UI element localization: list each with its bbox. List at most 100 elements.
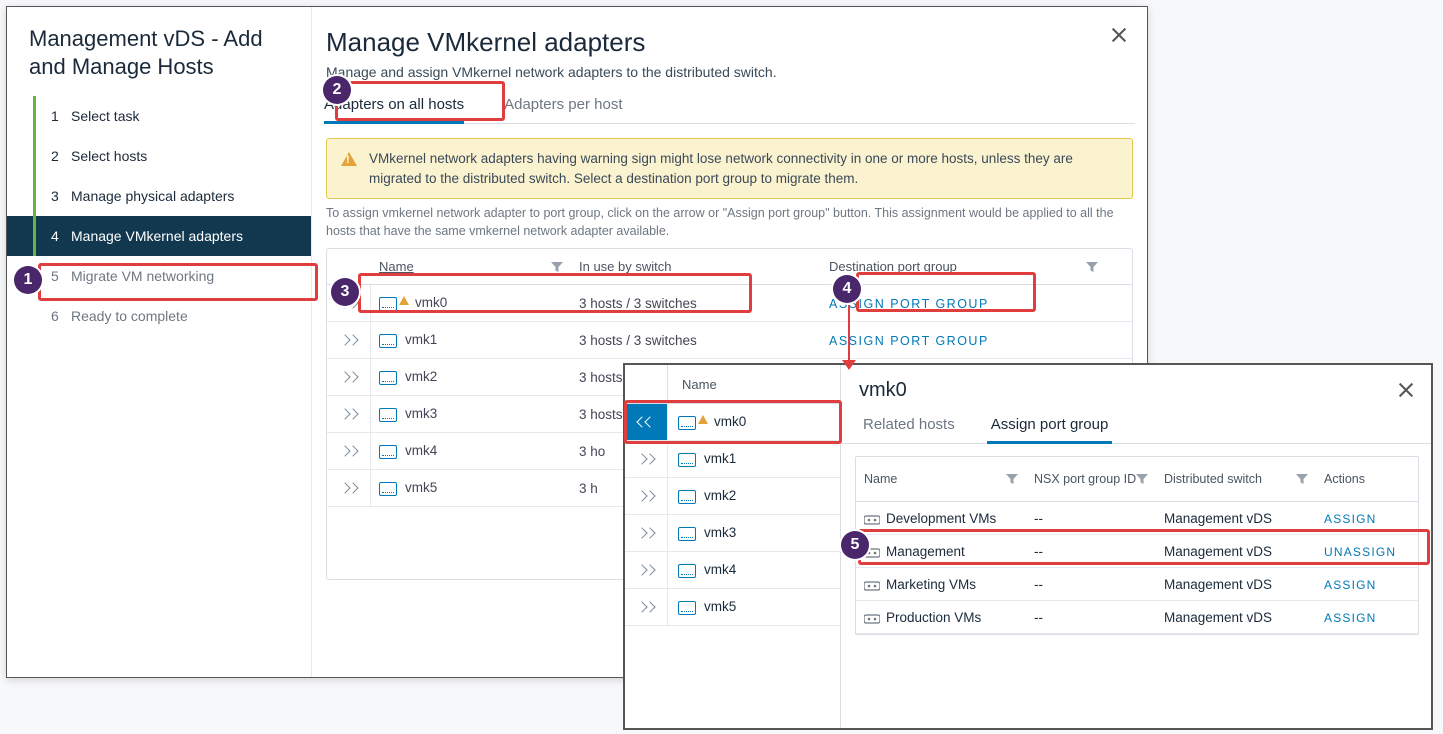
tab-adapters-per-host[interactable]: Adapters per host	[504, 86, 642, 123]
port-group-icon	[864, 513, 880, 525]
nic-icon	[678, 416, 696, 430]
expand-row-button[interactable]	[625, 441, 668, 477]
nic-icon	[379, 334, 397, 348]
unassign-button[interactable]: UNASSIGN	[1324, 545, 1396, 559]
grid-header: Name In use by switch Destination port g…	[327, 249, 1132, 285]
expand-row-button[interactable]	[327, 359, 371, 395]
table-row: vmk1 3 hosts / 3 switches ASSIGN PORT GR…	[327, 322, 1132, 359]
assign-button[interactable]: ASSIGN	[1324, 512, 1377, 526]
detail-tabs: Related hosts Assign port group	[841, 406, 1431, 444]
step-manage-vmkernel-adapters[interactable]: 4Manage VMkernel adapters	[7, 216, 311, 256]
expand-row-button[interactable]	[625, 515, 668, 551]
col-name[interactable]: Name	[668, 377, 840, 392]
annotation-marker: 3	[331, 278, 359, 306]
expand-row-button[interactable]	[625, 552, 668, 588]
warning-banner: VMkernel network adapters having warning…	[326, 138, 1133, 199]
nic-icon	[379, 408, 397, 422]
annotation-marker: 2	[323, 76, 351, 104]
detail-title: vmk0	[841, 365, 1431, 406]
table-row: vmk0 3 hosts / 3 switches ASSIGN PORT GR…	[327, 285, 1132, 322]
annotation-marker: 1	[14, 266, 42, 294]
nic-icon	[379, 445, 397, 459]
nic-icon	[678, 453, 696, 467]
port-group-icon	[864, 579, 880, 591]
adapter-name: vmk2	[405, 369, 437, 384]
warning-icon	[698, 415, 708, 424]
filter-icon[interactable]	[1136, 474, 1148, 484]
filter-icon[interactable]	[1086, 262, 1098, 272]
nic-icon	[678, 601, 696, 615]
table-row: Management -- Management vDS UNASSIGN	[856, 535, 1418, 568]
step-manage-physical-adapters[interactable]: 3Manage physical adapters	[7, 176, 311, 216]
nic-icon	[678, 490, 696, 504]
warning-text: VMkernel network adapters having warning…	[369, 149, 1118, 188]
annotation-arrow	[848, 305, 850, 365]
table-row: Development VMs -- Management vDS ASSIGN	[856, 502, 1418, 535]
nic-icon	[678, 527, 696, 541]
nic-icon	[379, 482, 397, 496]
list-item[interactable]: vmk5	[625, 589, 840, 626]
wizard-sidebar: Management vDS - Add and Manage Hosts 1S…	[7, 7, 312, 677]
list-item[interactable]: vmk4	[625, 552, 840, 589]
tab-related-hosts[interactable]: Related hosts	[859, 406, 959, 443]
filter-icon[interactable]	[1006, 474, 1018, 484]
annotation-arrowhead	[842, 360, 856, 370]
warning-icon	[399, 296, 409, 305]
grid-header: Name NSX port group ID Distributed switc…	[856, 457, 1418, 502]
nic-icon	[379, 371, 397, 385]
step-ready-to-complete: 6Ready to complete	[7, 296, 311, 336]
page-subtitle: Manage and assign VMkernel network adapt…	[326, 64, 1135, 80]
wizard-title: Management vDS - Add and Manage Hosts	[29, 25, 289, 80]
adapter-tabs: Adapters on all hosts Adapters per host	[324, 86, 1135, 124]
in-use-value: 3 hosts / 3 switches	[571, 333, 821, 348]
adapter-name: vmk4	[405, 443, 437, 458]
nic-icon	[379, 297, 397, 311]
col-nsx-id[interactable]: NSX port group ID	[1026, 466, 1156, 493]
adapter-name: vmk0	[415, 295, 447, 310]
step-migrate-vm-networking: 5Migrate VM networking	[7, 256, 311, 296]
col-in-use[interactable]: In use by switch	[571, 249, 821, 284]
col-actions: Actions	[1316, 466, 1416, 493]
adapter-name: vmk5	[405, 480, 437, 495]
list-item[interactable]: vmk0	[625, 404, 840, 441]
col-dswitch[interactable]: Distributed switch	[1156, 466, 1316, 493]
nic-icon	[678, 564, 696, 578]
list-item[interactable]: vmk3	[625, 515, 840, 552]
col-name[interactable]: Name	[371, 249, 571, 284]
filter-icon[interactable]	[1296, 474, 1308, 484]
in-use-value: 3 hosts / 3 switches	[571, 296, 821, 311]
close-icon[interactable]	[1397, 381, 1415, 399]
col-name[interactable]: Name	[856, 466, 1026, 493]
tab-assign-port-group[interactable]: Assign port group	[987, 406, 1113, 443]
close-icon[interactable]	[1109, 25, 1129, 45]
expand-row-button[interactable]	[625, 478, 668, 514]
warning-icon	[341, 152, 357, 166]
col-destination[interactable]: Destination port group	[821, 249, 1106, 284]
table-row: Marketing VMs -- Management vDS ASSIGN	[856, 568, 1418, 601]
port-group-grid: Name NSX port group ID Distributed switc…	[855, 456, 1419, 635]
step-select-task[interactable]: 1Select task	[7, 96, 311, 136]
port-group-detail: vmk0 Related hosts Assign port group Nam…	[841, 365, 1431, 728]
adapter-list: Name vmk0 vmk1 vmk2 vmk3 vmk4	[625, 365, 841, 728]
list-item[interactable]: vmk2	[625, 478, 840, 515]
page-title: Manage VMkernel adapters	[326, 27, 1135, 58]
expand-row-button[interactable]	[625, 589, 668, 625]
table-row: Production VMs -- Management vDS ASSIGN	[856, 601, 1418, 634]
list-item[interactable]: vmk1	[625, 441, 840, 478]
collapse-row-button[interactable]	[625, 404, 668, 440]
instruction-text: To assign vmkernel network adapter to po…	[326, 205, 1133, 240]
annotation-marker: 5	[841, 531, 869, 559]
port-group-icon	[864, 612, 880, 624]
step-select-hosts[interactable]: 2Select hosts	[7, 136, 311, 176]
expand-row-button[interactable]	[327, 396, 371, 432]
wizard-steps: 1Select task 2Select hosts 3Manage physi…	[7, 96, 311, 336]
filter-icon[interactable]	[551, 262, 563, 272]
assign-port-group-button[interactable]: ASSIGN PORT GROUP	[829, 334, 989, 348]
expand-row-button[interactable]	[327, 322, 371, 358]
assign-button[interactable]: ASSIGN	[1324, 611, 1377, 625]
expand-row-button[interactable]	[327, 433, 371, 469]
assign-button[interactable]: ASSIGN	[1324, 578, 1377, 592]
expand-row-button[interactable]	[327, 470, 371, 506]
annotation-marker: 4	[833, 275, 861, 303]
assign-port-group-panel: Name vmk0 vmk1 vmk2 vmk3 vmk4	[623, 363, 1433, 730]
